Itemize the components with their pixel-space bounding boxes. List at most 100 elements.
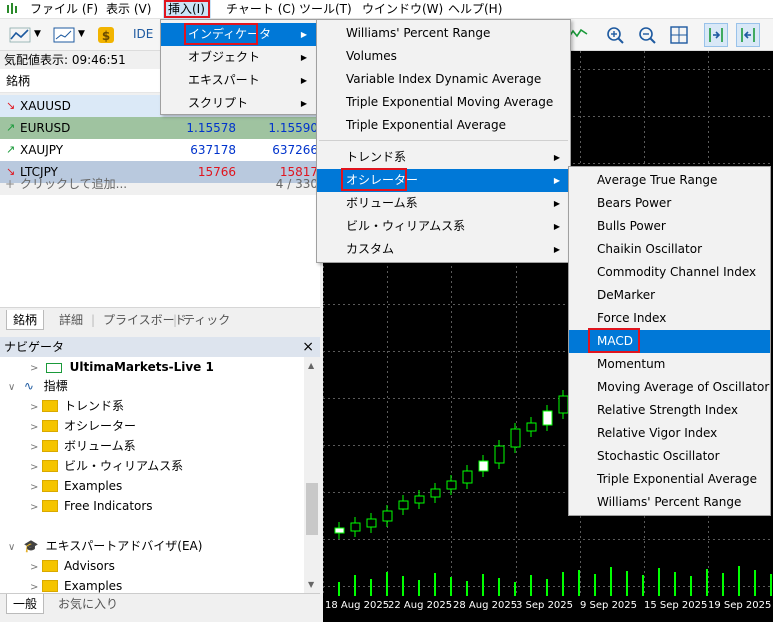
oscillator-menu-item[interactable]: Bears Power <box>569 192 770 215</box>
oscillator-menu-item[interactable]: Relative Vigor Index <box>569 422 770 445</box>
tree-expert-advisors[interactable]: ∨ 🎓 エキスパートアドバイザ(EA) <box>8 536 202 556</box>
dollar-icon[interactable]: $ <box>94 23 118 47</box>
chart-template-icon[interactable] <box>52 23 76 47</box>
market-watch-header-symbol[interactable]: 銘柄 <box>0 69 160 93</box>
oscillator-menu-item[interactable]: Chaikin Oscillator <box>569 238 770 261</box>
folder-icon <box>42 419 58 432</box>
tab-general[interactable]: 一般 <box>6 594 45 614</box>
candle-body <box>382 510 393 522</box>
oscillator-menu-item[interactable]: Force Index <box>569 307 770 330</box>
oscillator-menu-item[interactable]: MACD <box>569 330 770 353</box>
chevron-right-icon: ▶ <box>553 199 560 208</box>
ask-price: 1.15590 <box>268 121 318 135</box>
chevron-down-icon[interactable]: ▼ <box>78 29 85 39</box>
tree-folder[interactable]: > トレンド系 <box>30 396 124 416</box>
grid-icon[interactable] <box>667 23 691 47</box>
tree-folder[interactable]: > Free Indicators <box>30 496 153 516</box>
indicator-menu-item-label: Triple Exponential Moving Average <box>346 95 554 109</box>
menu-bar: ファイル (F) 表示 (V) 挿入(I) チャート (C) ツール(T) ウイ… <box>0 0 773 19</box>
indicator-category-item[interactable]: カスタム ▶ <box>317 238 570 261</box>
oscillator-menu-item[interactable]: Williams' Percent Range <box>569 491 770 514</box>
indicator-line-icon[interactable] <box>568 27 588 44</box>
folder-icon <box>42 439 58 452</box>
oscillator-menu-item[interactable]: Bulls Power <box>569 215 770 238</box>
folder-icon <box>42 559 58 572</box>
menu-file[interactable]: ファイル (F) <box>30 0 98 19</box>
indicators-label: 指標 <box>43 379 68 393</box>
market-watch-add-row[interactable]: + クリックして追加... 4 / 330 <box>0 173 320 195</box>
oscillator-menu-item[interactable]: Moving Average of Oscillator <box>569 376 770 399</box>
tree-folder[interactable]: > Advisors <box>30 556 115 576</box>
chevron-right-icon[interactable]: > <box>30 398 42 418</box>
menu-help[interactable]: ヘルプ(H) <box>448 0 502 19</box>
zoom-in-icon[interactable] <box>603 23 627 47</box>
chevron-down-icon[interactable]: ∨ <box>8 378 20 398</box>
insert-menu-indicators[interactable]: インディケータ ▶ <box>161 23 317 46</box>
scroll-up-arrow[interactable]: ▲ <box>308 361 314 370</box>
ide-button[interactable]: IDE <box>133 27 153 41</box>
chevron-right-icon: ▶ <box>300 76 307 85</box>
tab-price-board: | <box>91 313 96 327</box>
menu-view[interactable]: 表示 (V) <box>106 0 151 19</box>
tree-folder[interactable]: > オシレーター <box>30 416 136 436</box>
chevron-right-icon[interactable]: > <box>30 418 42 438</box>
indicator-category-item[interactable]: オシレーター ▶ <box>317 169 570 192</box>
indicator-menu-item[interactable]: Williams' Percent Range <box>317 22 570 45</box>
chevron-down-icon[interactable]: ▼ <box>34 29 41 39</box>
menu-chart[interactable]: チャート (C) <box>226 0 295 19</box>
tab-symbols[interactable]: 銘柄 <box>6 310 45 330</box>
autoscroll-icon[interactable] <box>704 23 728 47</box>
chevron-right-icon[interactable]: > <box>30 438 42 458</box>
zoom-out-icon[interactable] <box>635 23 659 47</box>
oscillator-menu-item[interactable]: Relative Strength Index <box>569 399 770 422</box>
tab-details[interactable]: 詳細 <box>59 310 83 330</box>
arrow-down-icon: ↘ <box>6 99 16 112</box>
indicator-menu-item[interactable]: Variable Index Dynamic Average <box>317 68 570 91</box>
close-icon[interactable]: × <box>302 337 314 357</box>
indicator-menu-item[interactable]: Volumes <box>317 45 570 68</box>
scroll-down-arrow[interactable]: ▼ <box>308 580 314 589</box>
indicator-category-item[interactable]: ビル・ウィリアムス系 ▶ <box>317 215 570 238</box>
insert-menu-experts[interactable]: エキスパート ▶ <box>161 69 317 92</box>
candle-body <box>510 428 521 448</box>
oscillator-menu-item[interactable]: Triple Exponential Average <box>569 468 770 491</box>
oscillator-menu-item[interactable]: Momentum <box>569 353 770 376</box>
indicator-menu-item[interactable]: Triple Exponential Average <box>317 114 570 137</box>
folder-label: Examples <box>64 479 123 493</box>
tree-indicators[interactable]: ∨ ∿ 指標 <box>8 376 68 396</box>
chart-shift-icon[interactable] <box>736 23 760 47</box>
oscillator-menu-item[interactable]: Commodity Channel Index <box>569 261 770 284</box>
tab-ticks[interactable]: ティック <box>183 310 230 330</box>
menu-insert[interactable]: 挿入(I) <box>163 0 211 19</box>
time-axis-label: 19 Sep 2025 <box>708 600 772 611</box>
insert-menu-scripts[interactable]: スクリプト ▶ <box>161 92 317 115</box>
tree-folder[interactable]: > Examples <box>30 476 122 496</box>
tab-favorites[interactable]: お気に入り <box>58 594 118 614</box>
line-chart-icon[interactable] <box>8 23 32 47</box>
navigator-scrollbar[interactable]: ▲ ▼ <box>304 357 320 593</box>
indicator-menu-item-label: Volumes <box>346 49 397 63</box>
time-axis-label: 3 Sep 2025 <box>516 600 574 611</box>
indicator-category-item[interactable]: ボリューム系 ▶ <box>317 192 570 215</box>
menu-tools[interactable]: ツール(T) <box>299 0 352 19</box>
chevron-right-icon[interactable]: > <box>30 458 42 478</box>
folder-label: ビル・ウィリアムス系 <box>64 459 184 473</box>
scroll-thumb[interactable] <box>306 483 318 535</box>
market-watch-row[interactable]: ↗ EURUSD 1.15578 1.15590 <box>0 117 320 139</box>
oscillator-menu-item[interactable]: Stochastic Oscillator <box>569 445 770 468</box>
market-watch-row[interactable]: ↗ XAUJPY 637178 637266 <box>0 139 320 161</box>
candle-body <box>462 470 473 484</box>
menu-window[interactable]: ウインドウ(W) <box>362 0 443 19</box>
indicator-category-item[interactable]: トレンド系 ▶ <box>317 146 570 169</box>
chevron-right-icon[interactable]: > <box>30 478 42 498</box>
tree-account[interactable]: > UltimaMarkets-Live 1 <box>30 357 214 377</box>
oscillator-menu-item[interactable]: Average True Range <box>569 169 770 192</box>
oscillator-menu-item[interactable]: DeMarker <box>569 284 770 307</box>
chevron-right-icon[interactable]: > <box>30 558 42 578</box>
indicator-menu-item[interactable]: Triple Exponential Moving Average <box>317 91 570 114</box>
tree-folder[interactable]: > ビル・ウィリアムス系 <box>30 456 183 476</box>
chevron-right-icon[interactable]: > <box>30 498 42 518</box>
chevron-down-icon[interactable]: ∨ <box>8 538 20 558</box>
insert-menu-objects[interactable]: オブジェクト ▶ <box>161 46 317 69</box>
tree-folder[interactable]: > ボリューム系 <box>30 436 136 456</box>
